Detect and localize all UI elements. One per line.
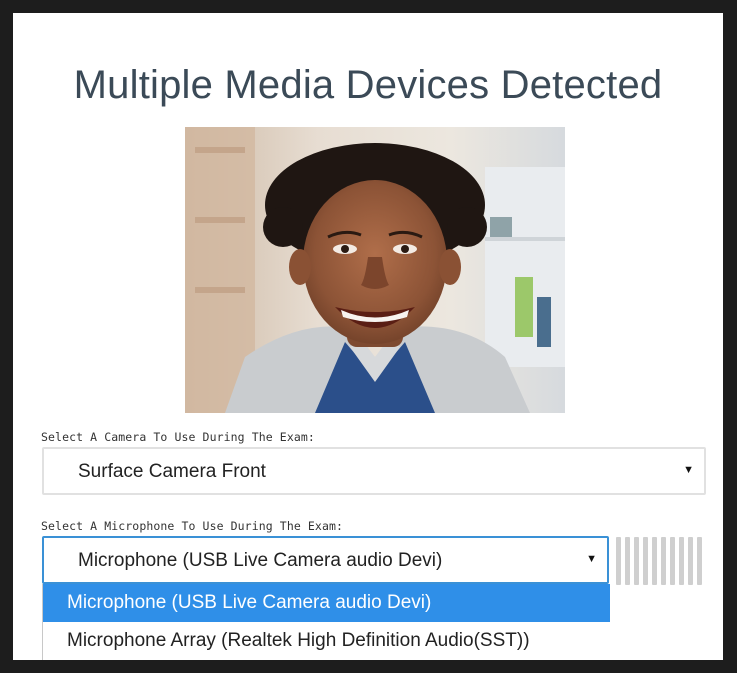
audio-level-bar <box>625 537 630 585</box>
microphone-select-value: Microphone (USB Live Camera audio Devi) <box>78 550 443 571</box>
audio-level-bar <box>661 537 666 585</box>
caret-down-icon: ▼ <box>683 464 694 476</box>
microphone-select[interactable]: Microphone (USB Live Camera audio Devi) … <box>42 536 609 584</box>
audio-level-bar <box>634 537 639 585</box>
caret-down-icon: ▼ <box>586 553 597 565</box>
camera-select-value: Surface Camera Front <box>78 461 266 482</box>
camera-preview <box>185 127 565 413</box>
audio-level-bar <box>670 537 675 585</box>
audio-level-bar <box>643 537 648 585</box>
audio-level-bar <box>697 537 702 585</box>
audio-level-bar <box>652 537 657 585</box>
microphone-options-list: Microphone (USB Live Camera audio Devi) … <box>42 584 610 660</box>
camera-select-label: Select A Camera To Use During The Exam: <box>41 430 315 444</box>
camera-select[interactable]: Surface Camera Front ▼ <box>42 447 706 495</box>
audio-level-meter <box>616 537 706 585</box>
audio-level-bar <box>679 537 684 585</box>
microphone-select-label: Select A Microphone To Use During The Ex… <box>41 519 344 533</box>
microphone-option[interactable]: Microphone (USB Live Camera audio Devi) <box>43 584 610 622</box>
audio-level-bar <box>688 537 693 585</box>
page-title: Multiple Media Devices Detected <box>73 63 663 107</box>
microphone-option[interactable]: Microphone Array (Realtek High Definitio… <box>43 622 610 660</box>
device-selection-panel: Multiple Media Devices Detected Select A… <box>13 13 723 660</box>
screenshot-frame: Multiple Media Devices Detected Select A… <box>0 0 737 673</box>
camera-preview-image <box>185 127 565 413</box>
audio-level-bar <box>616 537 621 585</box>
